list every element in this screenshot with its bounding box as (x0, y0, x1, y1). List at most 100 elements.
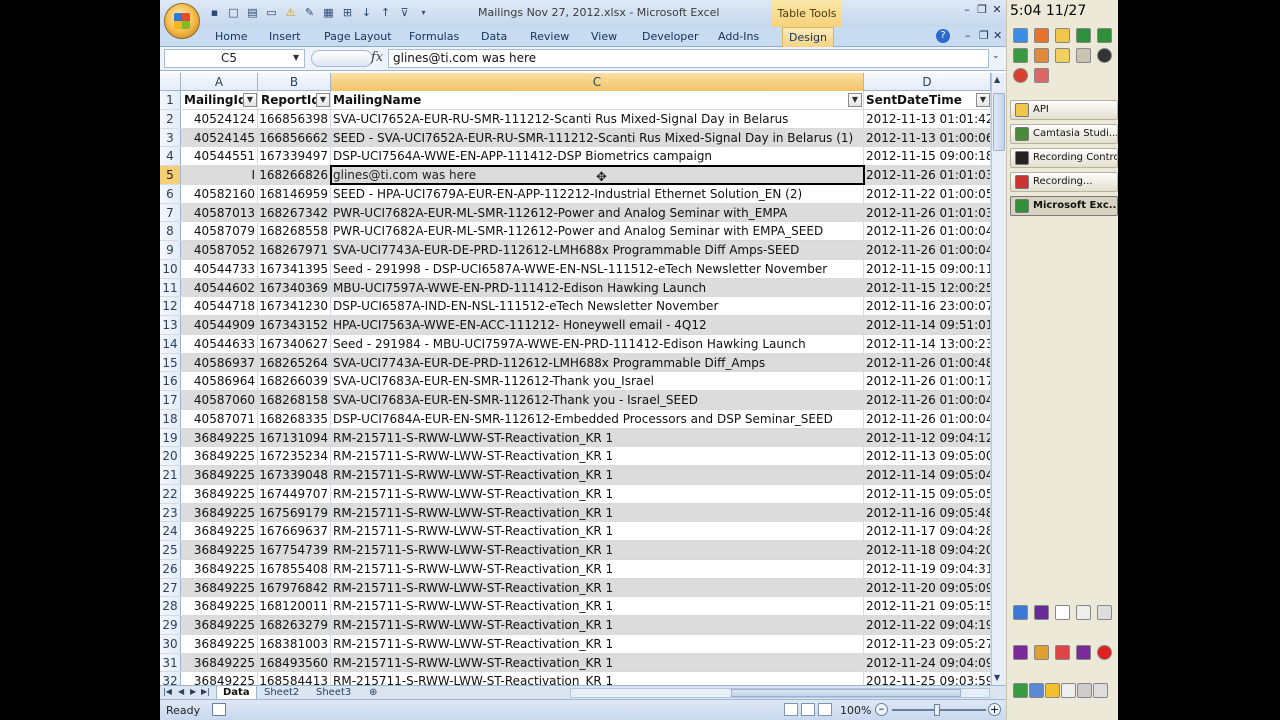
cell-sentdatetime[interactable]: 2012-11-23 09:05:27.0 (864, 634, 991, 653)
row-header[interactable]: 14 (160, 334, 181, 353)
cell-sentdatetime[interactable]: 2012-11-16 09:05:48.0 (864, 503, 991, 522)
cell-sentdatetime[interactable]: 2012-11-17 09:04:28.0 (864, 522, 991, 540)
cell-mailingid[interactable]: 36849225 (181, 466, 258, 484)
row-header[interactable]: 17 (160, 391, 181, 409)
cell-reportid[interactable]: 167340627 (258, 334, 331, 353)
cell-reportid[interactable]: 168267971 (258, 241, 331, 259)
cell-mailingid[interactable]: 40544909 (181, 316, 258, 334)
row-header[interactable]: 9 (160, 241, 181, 259)
vertical-scrollbar[interactable]: ▲ ▼ (991, 73, 1006, 685)
column-header-c[interactable]: C (331, 73, 864, 91)
cell-reportid[interactable]: 167340369 (258, 278, 331, 297)
cell-mailingid[interactable]: 36849225 (181, 672, 258, 685)
cell-sentdatetime[interactable]: 2012-11-12 09:04:12.0 (864, 428, 991, 447)
ie-icon[interactable] (1013, 28, 1028, 43)
cell-mailingname[interactable]: SVA-UCI7743A-EUR-DE-PRD-112612-LMH688x P… (331, 241, 864, 259)
cell-mailingname[interactable]: RM-215711-S-RWW-LWW-ST-Reactivation_KR 1 (331, 672, 864, 685)
tray-stop-icon[interactable] (1097, 645, 1112, 660)
tab-data[interactable]: Data (481, 30, 507, 43)
cell-mailingname[interactable]: RM-215711-S-RWW-LWW-ST-Reactivation_KR 1 (331, 597, 864, 615)
close-icon[interactable]: ✕ (990, 3, 1004, 17)
cell-mailingname[interactable]: SVA-UCI7743A-EUR-DE-PRD-112612-LMH688x P… (331, 353, 864, 372)
tab-formulas[interactable]: Formulas (409, 30, 459, 43)
row-header[interactable]: 22 (160, 484, 181, 503)
filter-dropdown-icon[interactable]: ▼ (976, 93, 990, 107)
cell-mailingname[interactable]: DSP-UCI7564A-WWE-EN-APP-111412-DSP Biome… (331, 147, 864, 165)
cell-mailingid[interactable]: 40544718 (181, 297, 258, 315)
cell-mailingname[interactable]: SVA-UCI7683A-EUR-EN-SMR-112612-Thank you… (331, 372, 864, 390)
cell-mailingid[interactable]: 40524124 (181, 109, 258, 128)
row-header[interactable]: 13 (160, 316, 181, 334)
zoom-out-icon[interactable]: – (875, 703, 888, 716)
tab-page-layout[interactable]: Page Layout (324, 30, 392, 43)
tab-home[interactable]: Home (215, 30, 247, 43)
zoom-in-icon[interactable]: + (988, 703, 1001, 716)
zoom-slider-thumb[interactable] (934, 704, 940, 716)
formula-input[interactable]: glines@ti.com was here (388, 49, 989, 68)
sheet-tab-sheet3[interactable]: Sheet3 (310, 686, 357, 700)
cell-reportid[interactable]: 167341395 (258, 259, 331, 278)
select-all-corner[interactable] (160, 73, 181, 91)
cell-reportid[interactable]: 168268335 (258, 409, 331, 428)
tray-paint-icon[interactable] (1034, 645, 1049, 660)
save-icon[interactable]: ▪ (206, 4, 223, 21)
cell-mailingname[interactable]: SEED - HPA-UCI7679A-EUR-EN-APP-112212-In… (331, 184, 864, 203)
cell-reportid[interactable]: 167131094 (258, 428, 331, 447)
cell-reportid[interactable]: 167343152 (258, 316, 331, 334)
cell-mailingname[interactable]: RM-215711-S-RWW-LWW-ST-Reactivation_KR 1 (331, 541, 864, 559)
cell-reportid[interactable]: 166856398 (258, 109, 331, 128)
insert-sheet-icon[interactable]: ⊕ (363, 686, 383, 700)
cell-sentdatetime[interactable]: 2012-11-13 01:01:42.0 (864, 109, 991, 128)
tray-volume-icon[interactable] (1093, 683, 1108, 698)
row-header[interactable]: 6 (160, 184, 181, 203)
cell-mailingid[interactable]: 36849225 (181, 653, 258, 672)
task-recording[interactable]: Recording... (1010, 172, 1118, 192)
cell-sentdatetime[interactable]: 2012-11-13 09:05:00.0 (864, 447, 991, 465)
warning-icon[interactable]: ⚠ (282, 4, 299, 21)
cell-mailingid[interactable]: 40587071 (181, 409, 258, 428)
filter-dropdown-icon[interactable]: ▼ (243, 93, 257, 107)
customize-qat-icon[interactable]: ▾ (415, 4, 432, 21)
cell-sentdatetime[interactable]: 2012-11-26 01:00:17.0 (864, 372, 991, 390)
cell-sentdatetime[interactable]: 2012-11-26 01:00:04.0 (864, 391, 991, 409)
cell-mailingid[interactable]: 36849225 (181, 428, 258, 447)
cell-reportid[interactable]: 168265264 (258, 353, 331, 372)
cell-mailingid[interactable]: I (181, 166, 258, 184)
cell-mailingname[interactable]: RM-215711-S-RWW-LWW-ST-Reactivation_KR 1 (331, 484, 864, 503)
row-header[interactable]: 4 (160, 147, 181, 165)
print-preview-icon[interactable]: ▤ (244, 4, 261, 21)
cell-reportid[interactable]: 167976842 (258, 578, 331, 597)
brush-icon[interactable]: ✎ (301, 4, 318, 21)
tray-recycle-icon[interactable] (1097, 605, 1112, 620)
row-header[interactable]: 21 (160, 466, 181, 484)
tab-review[interactable]: Review (530, 30, 569, 43)
header-cell-mailingname[interactable]: MailingName (331, 91, 864, 109)
cell-mailingid[interactable]: 40544551 (181, 147, 258, 165)
tab-add-ins[interactable]: Add-Ins (718, 30, 759, 43)
app-green-icon[interactable] (1013, 48, 1028, 63)
cell-mailingname[interactable]: RM-215711-S-RWW-LWW-ST-Reactivation_KR 1 (331, 522, 864, 540)
row-header[interactable]: 8 (160, 222, 181, 240)
ribbon-restore-icon[interactable]: ❐ (979, 29, 989, 42)
cell-mailingid[interactable]: 36849225 (181, 503, 258, 522)
cell-reportid[interactable]: 167669637 (258, 522, 331, 540)
cell-reportid[interactable]: 168266039 (258, 372, 331, 390)
sheet-tab-sheet2[interactable]: Sheet2 (258, 686, 305, 700)
help-icon[interactable]: ? (936, 29, 950, 43)
column-header-b[interactable]: B (258, 73, 331, 91)
row-header[interactable]: 30 (160, 634, 181, 653)
cell-sentdatetime[interactable]: 2012-11-15 09:00:18.0 (864, 147, 991, 165)
cell-mailingid[interactable]: 36849225 (181, 597, 258, 615)
cell-reportid[interactable]: 167855408 (258, 559, 331, 578)
tray-star-icon[interactable] (1076, 605, 1091, 620)
cell-mailingname[interactable]: RM-215711-S-RWW-LWW-ST-Reactivation_KR 1 (331, 559, 864, 578)
page-break-view-icon[interactable] (818, 703, 832, 716)
insert-function-icon[interactable]: fx (371, 50, 383, 65)
cell-reportid[interactable]: 168266826 (258, 166, 331, 184)
cell-mailingid[interactable]: 40586964 (181, 372, 258, 390)
row-header[interactable]: 27 (160, 578, 181, 597)
cell-mailingid[interactable]: 36849225 (181, 447, 258, 465)
cell-mailingname[interactable]: SEED - SVA-UCI7652A-EUR-RU-SMR-111212-Sc… (331, 128, 864, 147)
cell-mailingid[interactable]: 40524145 (181, 128, 258, 147)
row-header[interactable]: 1 (160, 91, 181, 109)
